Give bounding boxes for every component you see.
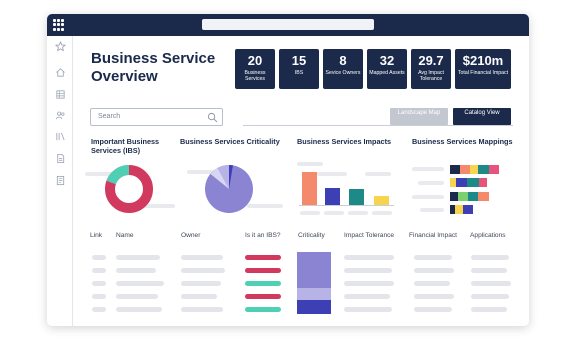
ibs-status-pill: [245, 281, 281, 286]
impacts-bar: [325, 188, 340, 205]
cell-placeholder: [116, 268, 156, 273]
cell-placeholder: [414, 281, 450, 286]
column-header-name[interactable]: Name: [116, 232, 134, 239]
cell-placeholder: [471, 255, 509, 260]
criticality-segment: [297, 300, 331, 314]
mappings-segment: [463, 205, 473, 214]
cell-placeholder: [414, 294, 454, 299]
impacts-bar-bg: [365, 172, 391, 176]
app-window: Business Service Overview 20 Business Se…: [47, 14, 529, 326]
mappings-segment: [479, 178, 487, 187]
mappings-segment: [450, 205, 455, 214]
cell-placeholder: [181, 307, 223, 312]
cell-placeholder: [414, 268, 454, 273]
mappings-segment: [456, 178, 467, 187]
criticality-segment: [297, 288, 331, 300]
cell-placeholder: [116, 281, 164, 286]
ibs-status-pill: [245, 294, 281, 299]
column-header-owner[interactable]: Owner: [181, 232, 200, 239]
cell-placeholder: [181, 281, 221, 286]
impacts-tick-bg: [372, 211, 392, 215]
cell-placeholder: [181, 255, 223, 260]
mappings-segment: [455, 205, 463, 214]
mappings-segment: [450, 192, 458, 201]
impacts-bar: [349, 189, 364, 205]
impacts-tick-bg: [348, 211, 368, 215]
cell-placeholder: [471, 307, 507, 312]
impacts-tick-bg: [300, 211, 320, 215]
criticality-bar-bg: [247, 204, 283, 208]
column-header-is-ibs[interactable]: Is it an IBS?: [245, 232, 281, 239]
impacts-bar: [374, 196, 389, 205]
mappings-segment: [458, 192, 468, 201]
mappings-label-bg: [420, 208, 444, 212]
cell-placeholder: [471, 294, 509, 299]
cell-placeholder: [344, 307, 392, 312]
cell-placeholder: [92, 255, 106, 260]
cell-placeholder: [116, 255, 160, 260]
column-header-impact-tolerance[interactable]: Impact Tolerance: [344, 232, 394, 239]
mappings-label-bg: [412, 167, 444, 171]
charts-layer: [85, 162, 499, 215]
cell-placeholder: [344, 255, 394, 260]
criticality-chart: [187, 164, 283, 213]
cell-placeholder: [181, 268, 225, 273]
cell-placeholder: [344, 268, 392, 273]
cell-placeholder: [344, 294, 390, 299]
cell-placeholder: [92, 281, 106, 286]
mappings-segment: [478, 165, 489, 174]
mappings-segment: [489, 165, 499, 174]
mappings-label-bg: [412, 195, 444, 199]
mappings-segment: [470, 165, 478, 174]
mappings-segment: [450, 178, 456, 187]
mappings-segment: [467, 178, 479, 187]
criticality-indicator: [297, 252, 331, 314]
mappings-chart: [412, 165, 499, 214]
column-header-criticality[interactable]: Criticality: [298, 232, 325, 239]
cell-placeholder: [92, 307, 106, 312]
mappings-segment: [460, 165, 470, 174]
column-header-financial-impact[interactable]: Financial Impact: [409, 232, 457, 239]
impacts-tick-bg: [324, 211, 344, 215]
impacts-bar: [302, 172, 317, 205]
impacts-chart: [297, 162, 394, 215]
column-header-link[interactable]: Link: [90, 232, 102, 239]
impacts-bar-bg: [297, 162, 323, 166]
cell-placeholder: [471, 268, 507, 273]
mappings-segment: [478, 192, 489, 201]
cell-placeholder: [414, 307, 452, 312]
ibs-status-pill: [245, 307, 281, 312]
ibs-chart: [85, 164, 175, 213]
cell-placeholder: [116, 307, 162, 312]
impacts-axis: [299, 205, 394, 206]
criticality-segment: [297, 252, 331, 288]
cell-placeholder: [414, 255, 452, 260]
ibs-donut-slice: [106, 164, 130, 185]
cell-placeholder: [92, 268, 106, 273]
cell-placeholder: [181, 294, 217, 299]
cell-placeholder: [344, 281, 394, 286]
mappings-label-bg: [418, 181, 444, 185]
cell-placeholder: [116, 294, 158, 299]
ibs-status-pill: [245, 255, 281, 260]
ibs-status-pill: [245, 268, 281, 273]
impacts-bar-bg: [317, 172, 347, 176]
mappings-segment: [468, 192, 478, 201]
mappings-segment: [450, 165, 460, 174]
cell-placeholder: [92, 294, 106, 299]
cell-placeholder: [471, 281, 511, 286]
column-header-applications[interactable]: Applications: [470, 232, 506, 239]
